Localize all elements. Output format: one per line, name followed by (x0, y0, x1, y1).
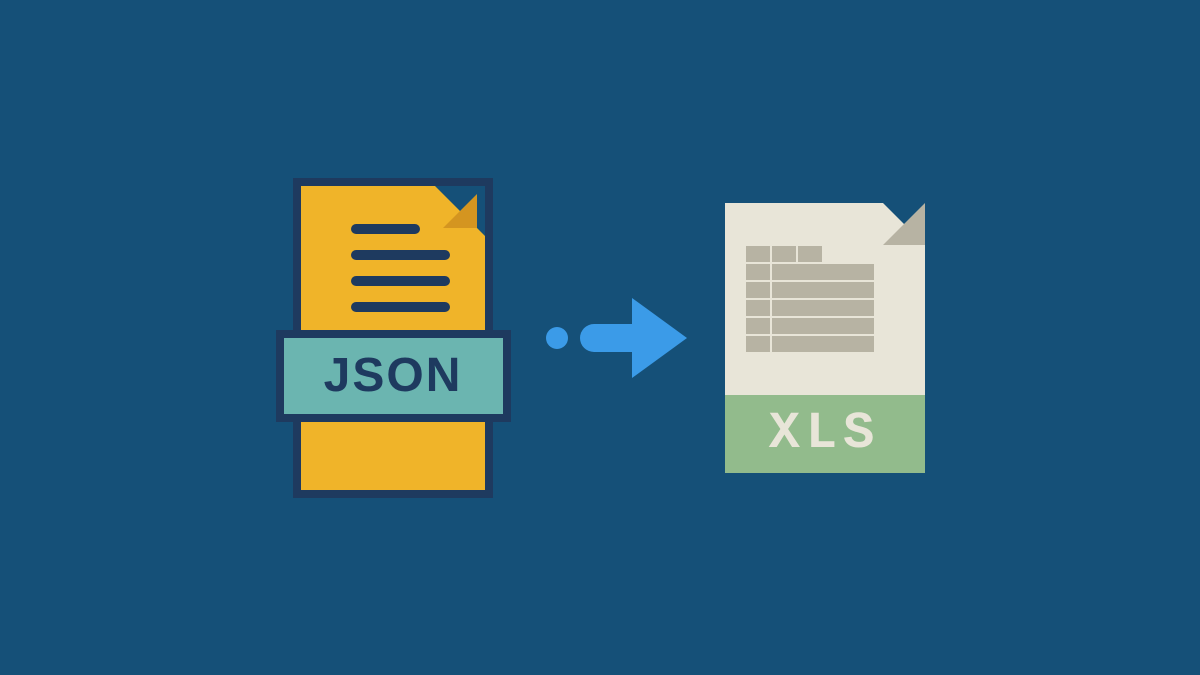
xls-file-icon: XLS (725, 203, 925, 473)
xls-label-band: XLS (725, 395, 925, 473)
json-label: JSON (324, 348, 463, 403)
json-file-icon: JSON (276, 178, 511, 498)
text-line-icon (351, 276, 450, 286)
grid-cell-icon (745, 281, 771, 299)
grid-cell-icon (771, 281, 875, 299)
page-fold-icon (883, 203, 925, 245)
text-line-icon (351, 250, 450, 260)
xls-label: XLS (769, 404, 881, 463)
spreadsheet-grid-icon (745, 245, 875, 353)
arrow-dot-icon (546, 327, 568, 349)
text-line-icon (351, 302, 450, 312)
grid-cell-icon (745, 263, 771, 281)
grid-cell-icon (771, 335, 875, 353)
grid-cell-icon (797, 245, 823, 263)
text-line-icon (351, 224, 420, 234)
grid-cell-icon (771, 317, 875, 335)
grid-cell-icon (771, 263, 875, 281)
json-label-band: JSON (276, 330, 511, 422)
arrow-right-icon (580, 298, 690, 378)
grid-cell-icon (745, 317, 771, 335)
grid-cell-icon (745, 299, 771, 317)
grid-cell-icon (771, 299, 875, 317)
grid-cell-icon (745, 335, 771, 353)
grid-cell-icon (771, 245, 797, 263)
grid-cell-icon (745, 245, 771, 263)
json-text-lines (351, 224, 450, 312)
conversion-arrow-icon (546, 298, 690, 378)
page-fold-icon (443, 194, 477, 228)
